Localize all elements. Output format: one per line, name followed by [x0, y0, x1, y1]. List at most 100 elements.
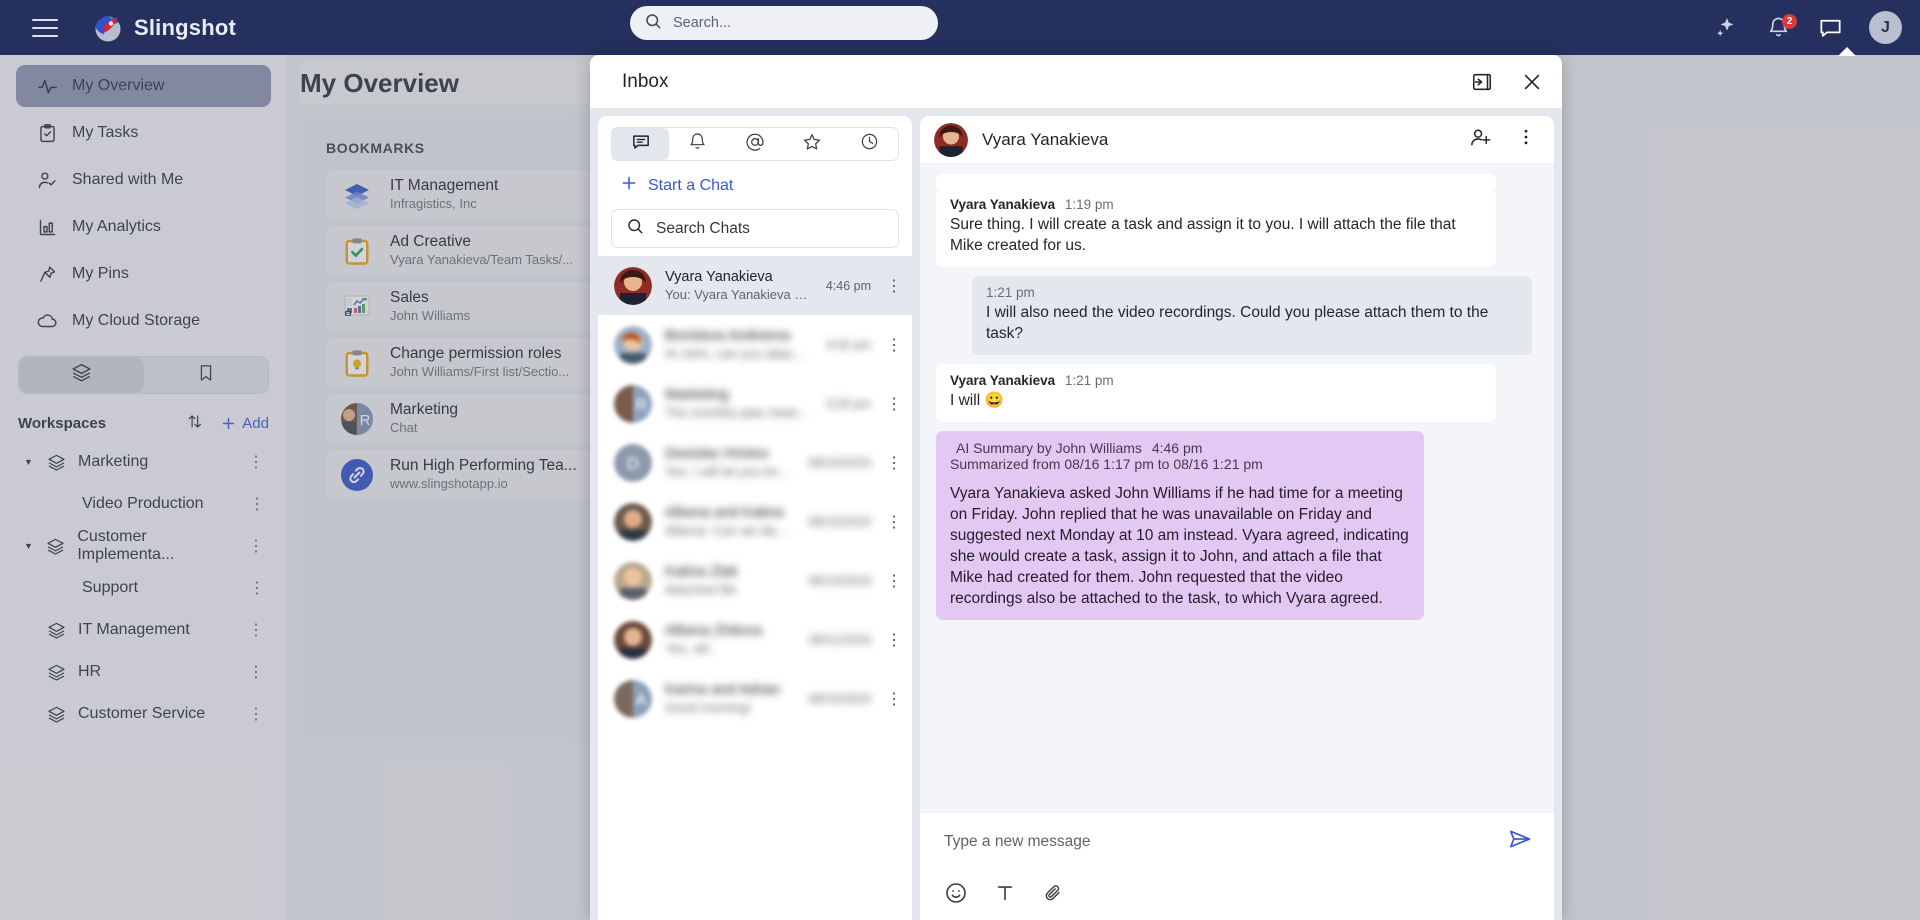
inbox-chat-icon[interactable]	[1817, 15, 1843, 41]
more-vertical-icon[interactable]: ⋮	[884, 512, 904, 532]
inbox-caret	[1838, 47, 1856, 56]
more-vertical-icon[interactable]: ⋮	[884, 335, 904, 355]
chat-time: 08/11/2023	[809, 632, 871, 647]
collapse-panel-icon[interactable]	[1470, 70, 1494, 94]
chat-time: 08/15/2023	[808, 455, 871, 470]
chat-list-item[interactable]: D Desislav Hristov Yes, I will let you k…	[598, 433, 912, 492]
avatar	[614, 561, 652, 600]
more-vertical-icon[interactable]	[1516, 127, 1536, 152]
menu-icon[interactable]	[32, 18, 58, 37]
chat-preview: Hi John, can you attach the...	[665, 346, 813, 361]
search-chats-input[interactable]: Search Chats	[611, 209, 899, 248]
start-a-chat-button[interactable]: Start a Chat	[620, 174, 912, 197]
close-icon[interactable]	[1520, 70, 1544, 94]
ai-summary-body: Vyara Yanakieva asked John Williams if h…	[950, 485, 1409, 607]
search-chats-placeholder: Search Chats	[656, 219, 750, 237]
tab-recent[interactable]	[841, 128, 898, 160]
send-icon[interactable]	[1508, 827, 1532, 856]
message-text: I will also need the video recordings. C…	[986, 304, 1489, 342]
avatar: D	[614, 443, 652, 482]
message-input[interactable]: Type a new message	[920, 813, 1554, 870]
avatar[interactable]: J	[1869, 11, 1902, 44]
avatar	[614, 325, 652, 364]
avatar	[614, 620, 652, 659]
chat-preview: Yes, ok!	[665, 641, 711, 656]
chat-name: Desislav Hristov	[665, 446, 769, 462]
message-time: 1:19 pm	[1064, 197, 1114, 212]
avatar: R	[614, 384, 652, 423]
notifications-icon[interactable]: 2	[1765, 13, 1797, 41]
top-bar-actions: 2 J	[1713, 0, 1902, 55]
emoji-icon[interactable]	[944, 881, 968, 905]
conversation-contact-name: Vyara Yanakieva	[982, 129, 1109, 149]
chat-time: 4:02 pm	[825, 337, 871, 352]
chat-time: 08/14/2023	[808, 573, 871, 588]
more-vertical-icon[interactable]: ⋮	[884, 276, 904, 296]
tab-mentions[interactable]	[726, 128, 783, 160]
composer-tools	[920, 870, 1554, 916]
chat-time: 3:20 pm	[825, 396, 871, 411]
chat-time: 08/15/2023	[808, 514, 871, 529]
bell-icon	[688, 132, 707, 156]
text-format-icon[interactable]	[994, 882, 1016, 904]
chat-preview: Good morning!	[665, 700, 751, 715]
avatar	[614, 266, 652, 305]
chat-time: 4:46 pm	[825, 278, 871, 293]
svg-text:A: A	[636, 692, 647, 709]
avatar	[614, 502, 652, 541]
message-thread[interactable]: Vyara Yanakieva 1:19 pm Sure thing. I wi…	[920, 164, 1554, 812]
ai-summary-range: Summarized from 08/16 1:17 pm to 08/16 1…	[950, 456, 1263, 472]
chat-list-item[interactable]: Albena and Katina Albena: Can we discuss…	[598, 492, 912, 551]
message-partial-above	[936, 174, 1496, 188]
more-vertical-icon[interactable]: ⋮	[884, 394, 904, 414]
more-vertical-icon[interactable]: ⋮	[884, 689, 904, 709]
brand[interactable]: Slingshot	[93, 13, 236, 43]
message-composer: Type a new message	[920, 812, 1554, 920]
ai-summary-heading-row: AI Summary by John Williams 4:46 pm	[950, 440, 1410, 456]
avatar: A	[614, 679, 652, 718]
message-meta: Vyara Yanakieva 1:21 pm	[950, 373, 1482, 388]
tab-starred[interactable]	[784, 128, 841, 160]
ai-summary-time: 4:46 pm	[1151, 440, 1203, 456]
chat-list-item[interactable]: R Marketing The monthly plan meeting... …	[598, 374, 912, 433]
chat-list-item[interactable]: Vyara Yanakieva You: Vyara Yanakieva as.…	[598, 256, 912, 315]
at-icon	[745, 132, 765, 157]
more-vertical-icon[interactable]: ⋮	[884, 571, 904, 591]
conversation-panel: Vyara Yanakieva Vyara Yanakieva 1:19 pm …	[920, 116, 1554, 920]
message-meta: Vyara Yanakieva 1:19 pm	[950, 197, 1482, 212]
chat-list-item[interactable]: Katina Zlati Attached file 08/14/2023 ⋮	[598, 551, 912, 610]
top-bar: Slingshot Search... 2 J	[0, 0, 1920, 56]
ai-sparkle-icon[interactable]	[1713, 15, 1739, 41]
search-input[interactable]: Search...	[630, 6, 938, 40]
search-placeholder: Search...	[673, 15, 732, 31]
message-placeholder: Type a new message	[944, 832, 1091, 850]
attachment-icon[interactable]	[1042, 882, 1064, 904]
add-person-icon[interactable]	[1469, 126, 1492, 154]
chat-list-item[interactable]: Borislava Andreeva Hi John, can you atta…	[598, 315, 912, 374]
clock-icon	[860, 132, 879, 156]
more-vertical-icon[interactable]: ⋮	[884, 453, 904, 473]
message-bubble: Vyara Yanakieva 1:21 pm I will 😀	[936, 364, 1496, 422]
message-bubble: 1:21 pm I will also need the video recor…	[972, 276, 1532, 355]
more-vertical-icon[interactable]: ⋮	[884, 630, 904, 650]
chat-list-panel: Start a Chat Search Chats Vyara Yanakiev…	[598, 116, 912, 920]
notification-badge: 2	[1782, 13, 1797, 29]
chat-name: Marketing	[665, 387, 729, 403]
message-time: 1:21 pm	[986, 285, 1035, 300]
chat-list-item[interactable]: Albena Zhitova Yes, ok! 08/11/2023 ⋮	[598, 610, 912, 669]
conversation-header: Vyara Yanakieva	[920, 116, 1554, 164]
chat-preview: The monthly plan meeting...	[665, 405, 813, 420]
chat-name: Katina Zlati	[665, 564, 738, 580]
message-text: Sure thing. I will create a task and ass…	[950, 216, 1456, 254]
chat-preview: Albena: Can we discuss...	[665, 523, 795, 538]
chat-list[interactable]: Vyara Yanakieva You: Vyara Yanakieva as.…	[598, 256, 912, 920]
tab-chats[interactable]	[612, 128, 670, 160]
message-bubble: Vyara Yanakieva 1:19 pm Sure thing. I wi…	[936, 188, 1496, 267]
brand-name: Slingshot	[134, 14, 237, 40]
avatar	[934, 122, 968, 157]
inbox-header: Inbox	[590, 55, 1562, 108]
tab-notifications[interactable]	[669, 128, 726, 160]
chat-list-item[interactable]: A Karina and Adrian Good morning! 08/10/…	[598, 669, 912, 728]
chat-preview: You: Vyara Yanakieva as...	[665, 287, 813, 302]
message-time: 1:21 pm	[1064, 373, 1114, 388]
